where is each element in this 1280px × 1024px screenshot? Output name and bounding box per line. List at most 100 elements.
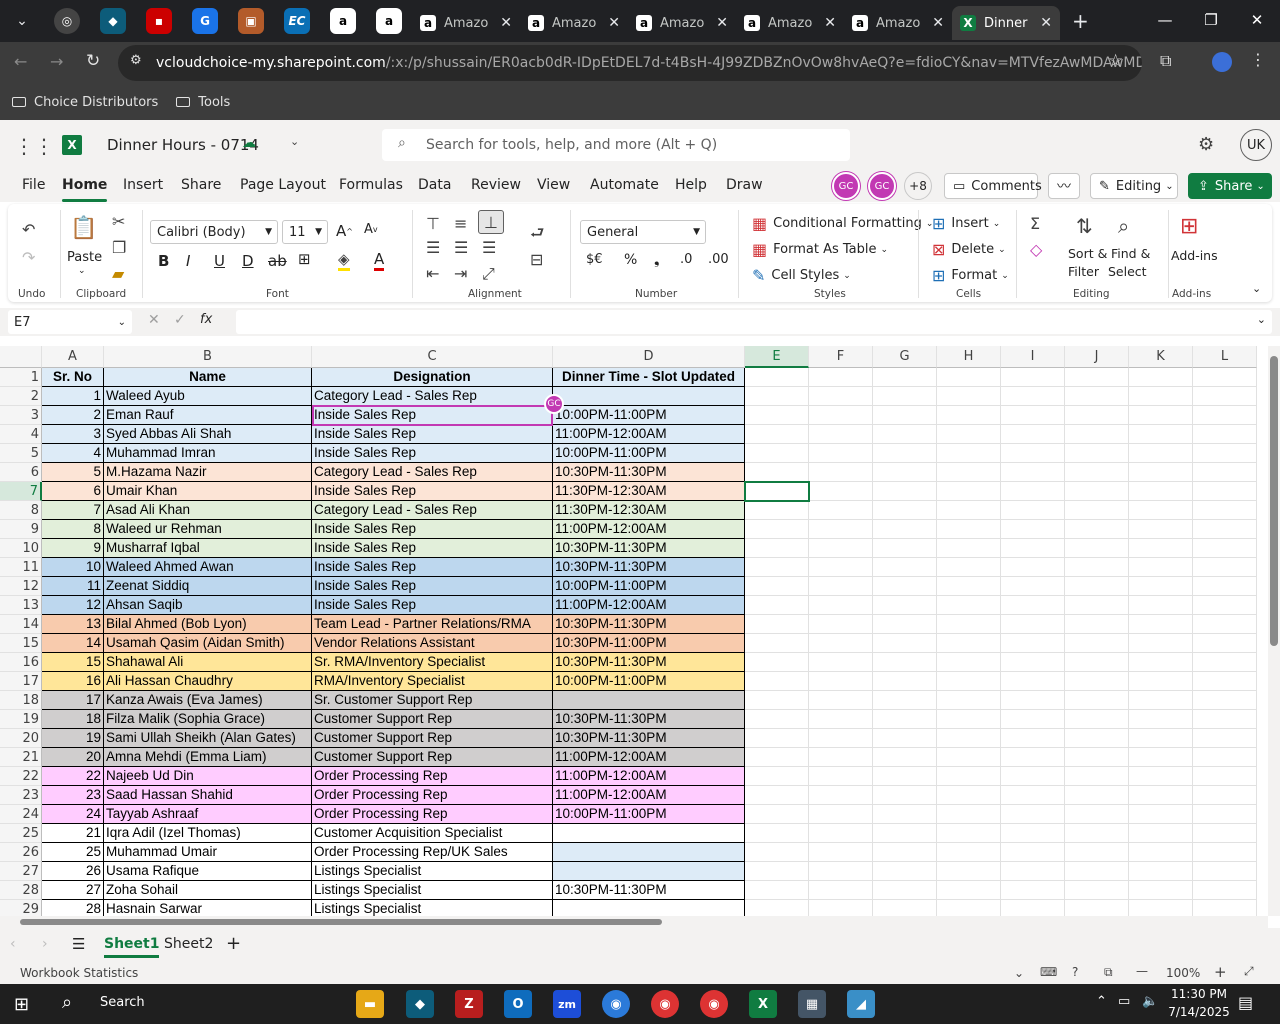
cell[interactable] <box>809 558 873 577</box>
cell[interactable] <box>1001 444 1065 463</box>
tab-formulas[interactable]: Formulas <box>339 177 403 193</box>
column-header-e[interactable]: E <box>745 346 809 368</box>
cell[interactable] <box>809 729 873 748</box>
cell[interactable] <box>745 767 809 786</box>
taskbar-search[interactable]: Search <box>100 995 145 1010</box>
file-explorer-icon[interactable]: ▬ <box>356 990 384 1018</box>
cell[interactable] <box>745 824 809 843</box>
search-box[interactable]: ⌕ Search for tools, help, and more (Alt … <box>382 129 850 161</box>
cell-name[interactable]: Saad Hassan Shahid <box>104 786 312 805</box>
cell[interactable] <box>1129 748 1193 767</box>
cell[interactable] <box>1001 539 1065 558</box>
comma-style-icon[interactable]: ❟ <box>654 252 660 268</box>
tab-review[interactable]: Review <box>471 177 521 193</box>
close-window-icon[interactable]: ✕ <box>1234 0 1280 40</box>
cell[interactable] <box>937 558 1001 577</box>
cell-time[interactable] <box>553 862 745 881</box>
cell[interactable] <box>809 615 873 634</box>
cell[interactable] <box>745 634 809 653</box>
cell[interactable] <box>937 843 1001 862</box>
cell-time[interactable]: 11:00PM-12:00AM <box>553 786 745 805</box>
redo-icon[interactable]: ↷ <box>22 248 35 267</box>
cell[interactable] <box>745 862 809 881</box>
cell[interactable] <box>1129 520 1193 539</box>
cell[interactable] <box>809 520 873 539</box>
sort-filter-icon[interactable]: ⇅ <box>1076 214 1093 238</box>
row-header[interactable]: 6 <box>0 463 42 482</box>
row-header[interactable]: 2 <box>0 387 42 406</box>
cell-n[interactable]: 17 <box>42 691 104 710</box>
row-header[interactable]: 16 <box>0 653 42 672</box>
cell[interactable] <box>1001 691 1065 710</box>
cell[interactable] <box>1129 843 1193 862</box>
cell[interactable] <box>745 710 809 729</box>
cell-n[interactable]: 18 <box>42 710 104 729</box>
cell[interactable] <box>1065 710 1129 729</box>
vertical-scrollbar[interactable] <box>1268 346 1280 916</box>
clock-time[interactable]: 11:30 PM <box>1170 987 1228 1001</box>
cell-time[interactable] <box>553 824 745 843</box>
cell[interactable] <box>873 368 937 387</box>
cell[interactable] <box>809 748 873 767</box>
cell[interactable] <box>1001 672 1065 691</box>
cell[interactable] <box>1065 444 1129 463</box>
browser-tab[interactable]: a Amazo ✕ <box>628 6 736 40</box>
address-bar[interactable]: ⚙ vcloudchoice-my.sharepoint.com/:x:/p/s… <box>118 45 1142 81</box>
cell[interactable] <box>873 558 937 577</box>
cell-name[interactable]: Usama Rafique <box>104 862 312 881</box>
cell-designation[interactable]: Sr. RMA/Inventory Specialist <box>312 653 553 672</box>
row-header[interactable]: 7 <box>0 482 42 501</box>
editing-mode-button[interactable]: ✎ Editing ⌄ <box>1090 173 1178 199</box>
cell[interactable] <box>745 900 809 916</box>
zoom-app-icon[interactable]: zm <box>553 990 581 1018</box>
add-sheet-icon[interactable]: + <box>226 933 241 954</box>
header-cell[interactable]: Dinner Time - Slot Updated <box>553 368 745 387</box>
cell[interactable] <box>1193 558 1257 577</box>
tab-insert[interactable]: Insert <box>123 177 163 193</box>
column-header-d[interactable]: D <box>553 346 745 368</box>
browser-tab[interactable]: a Amazo ✕ <box>736 6 844 40</box>
cell[interactable] <box>1065 501 1129 520</box>
cell[interactable] <box>1193 881 1257 900</box>
help-icon[interactable]: ? <box>1072 965 1078 979</box>
row-header[interactable]: 8 <box>0 501 42 520</box>
cell[interactable] <box>1193 539 1257 558</box>
cell[interactable] <box>1001 482 1065 501</box>
column-header-k[interactable]: K <box>1129 346 1193 368</box>
cell-time[interactable]: 10:00PM-11:00PM <box>553 805 745 824</box>
cell-name[interactable]: Waleed ur Rehman <box>104 520 312 539</box>
cell-designation[interactable]: RMA/Inventory Specialist <box>312 672 553 691</box>
cell[interactable] <box>937 520 1001 539</box>
cell[interactable] <box>745 387 809 406</box>
cell[interactable] <box>873 824 937 843</box>
format-as-table-button[interactable]: ▦ Format As Table ⌄ <box>752 240 888 259</box>
tab-data[interactable]: Data <box>418 177 451 193</box>
cell-time[interactable]: 11:00PM-12:00AM <box>553 596 745 615</box>
cell[interactable] <box>873 805 937 824</box>
search-icon[interactable]: ⌕ <box>62 992 72 1013</box>
pinned-tab-1[interactable]: ◎ <box>54 8 80 34</box>
volume-icon[interactable]: 🔈 <box>1142 994 1158 1009</box>
bold-icon[interactable]: B <box>158 252 169 270</box>
cell-name[interactable]: Musharraf Iqbal <box>104 539 312 558</box>
cell[interactable] <box>937 615 1001 634</box>
cell-time[interactable] <box>553 691 745 710</box>
keyboard-icon[interactable]: ⌨ <box>1040 965 1057 979</box>
cell[interactable] <box>873 634 937 653</box>
cell[interactable] <box>937 900 1001 916</box>
cell[interactable] <box>1193 368 1257 387</box>
cell[interactable] <box>1193 710 1257 729</box>
cell[interactable] <box>873 900 937 916</box>
sort-filter-label-1[interactable]: Sort & <box>1068 246 1107 261</box>
autosum-icon[interactable]: Σ <box>1030 214 1040 233</box>
cell[interactable] <box>745 843 809 862</box>
app-icon[interactable]: ◢ <box>847 990 875 1018</box>
cell[interactable] <box>809 387 873 406</box>
decrease-indent-icon[interactable]: ⇤ <box>426 264 439 283</box>
cell[interactable] <box>1193 501 1257 520</box>
cell[interactable] <box>873 843 937 862</box>
italic-icon[interactable]: I <box>186 252 190 270</box>
cell[interactable] <box>745 653 809 672</box>
cell[interactable] <box>873 748 937 767</box>
cell[interactable] <box>745 501 809 520</box>
